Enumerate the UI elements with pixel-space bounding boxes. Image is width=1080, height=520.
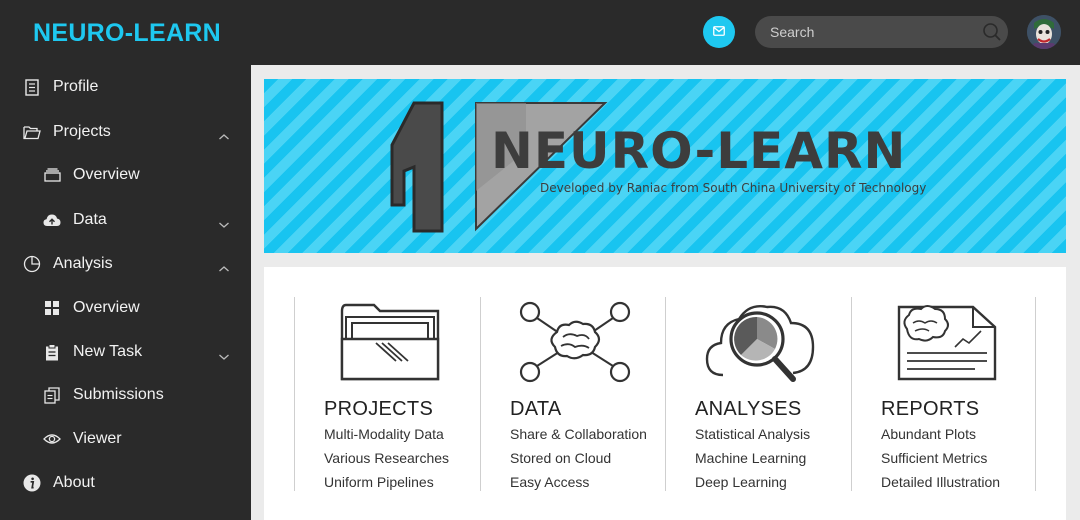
sidebar-item-label: Overview	[73, 299, 140, 316]
sidebar-item-analysis[interactable]: Analysis	[0, 244, 251, 284]
document-icon	[23, 78, 41, 96]
sidebar-item-label: Analysis	[53, 255, 113, 272]
sidebar-item-label: Data	[73, 211, 107, 228]
mail-icon	[713, 23, 725, 41]
sidebar-item-profile[interactable]: Profile	[0, 67, 251, 107]
feature-line: Various Researches	[324, 450, 450, 466]
feature-title: ANALYSES	[695, 398, 802, 420]
sidebar-item-label: Profile	[53, 78, 99, 95]
feature-line: Uniform Pipelines	[324, 474, 434, 490]
chevron-down-icon[interactable]	[218, 348, 230, 360]
feature-line: Sufficient Metrics	[881, 450, 988, 466]
report-document-icon	[897, 299, 999, 388]
feature-reports: REPORTS Abundant Plots Sufficient Metric…	[851, 297, 1036, 491]
feature-title: REPORTS	[881, 398, 980, 420]
feature-line: Stored on Cloud	[510, 450, 612, 466]
grid-icon	[43, 299, 61, 317]
cloud-magnifier-icon	[705, 299, 817, 390]
mail-button[interactable]	[703, 16, 735, 48]
sidebar-item-about[interactable]: About	[0, 463, 251, 503]
search-box	[755, 16, 1008, 48]
feature-line: Multi-Modality Data	[324, 426, 444, 442]
brain-network-icon	[517, 299, 633, 390]
sidebar-item-label: Viewer	[73, 430, 122, 447]
feature-line: Abundant Plots	[881, 426, 976, 442]
sidebar-item-label: Projects	[53, 123, 111, 140]
sidebar-item-projects[interactable]: Projects	[0, 112, 251, 152]
sidebar-item-viewer[interactable]: Viewer	[0, 419, 251, 459]
folder-icon	[340, 299, 440, 388]
sidebar-item-data[interactable]: Data	[0, 200, 251, 240]
cloud-upload-icon	[43, 211, 61, 229]
feature-data: DATA Share & Collaboration Stored on Clo…	[480, 297, 665, 491]
sidebar-item-projects-overview[interactable]: Overview	[0, 155, 251, 195]
search-icon[interactable]	[982, 22, 1002, 42]
eye-icon	[43, 430, 61, 448]
avatar[interactable]	[1027, 15, 1061, 49]
feature-line: Machine Learning	[695, 450, 807, 466]
clipboard-icon	[43, 343, 61, 361]
copy-icon	[43, 386, 61, 404]
feature-line: Statistical Analysis	[695, 426, 811, 442]
feature-title: DATA	[510, 398, 562, 420]
sidebar-item-label: Submissions	[73, 386, 164, 403]
folder-open-icon	[23, 123, 41, 141]
feature-projects: PROJECTS Multi-Modality Data Various Res…	[294, 297, 480, 491]
sidebar-item-label: About	[53, 474, 95, 491]
feature-line: Deep Learning	[695, 474, 787, 490]
chevron-down-icon[interactable]	[218, 216, 230, 228]
box-icon	[43, 166, 61, 184]
feature-line: Share & Collaboration	[510, 426, 647, 442]
sidebar-item-submissions[interactable]: Submissions	[0, 375, 251, 415]
sidebar-item-label: Overview	[73, 166, 140, 183]
chevron-up-icon[interactable]	[218, 260, 230, 272]
sidebar-item-analysis-overview[interactable]: Overview	[0, 288, 251, 328]
chevron-up-icon[interactable]	[218, 128, 230, 140]
feature-analyses: ANALYSES Statistical Analysis Machine Le…	[665, 297, 851, 491]
banner-subtitle: Developed by Raniac from South China Uni…	[540, 181, 927, 195]
info-icon	[23, 474, 41, 492]
search-input[interactable]	[755, 16, 975, 48]
brand-title[interactable]: NEURO-LEARN	[33, 19, 221, 48]
sidebar-item-label: New Task	[73, 343, 143, 360]
feature-line: Easy Access	[510, 474, 590, 490]
pie-chart-icon	[23, 255, 41, 273]
banner-title: NEURO-LEARN	[491, 122, 907, 180]
feature-line: Detailed Illustration	[881, 474, 1001, 490]
feature-title: PROJECTS	[324, 398, 434, 420]
sidebar-item-new-task[interactable]: New Task	[0, 332, 251, 372]
top-bar: NEURO-LEARN	[0, 0, 1080, 65]
